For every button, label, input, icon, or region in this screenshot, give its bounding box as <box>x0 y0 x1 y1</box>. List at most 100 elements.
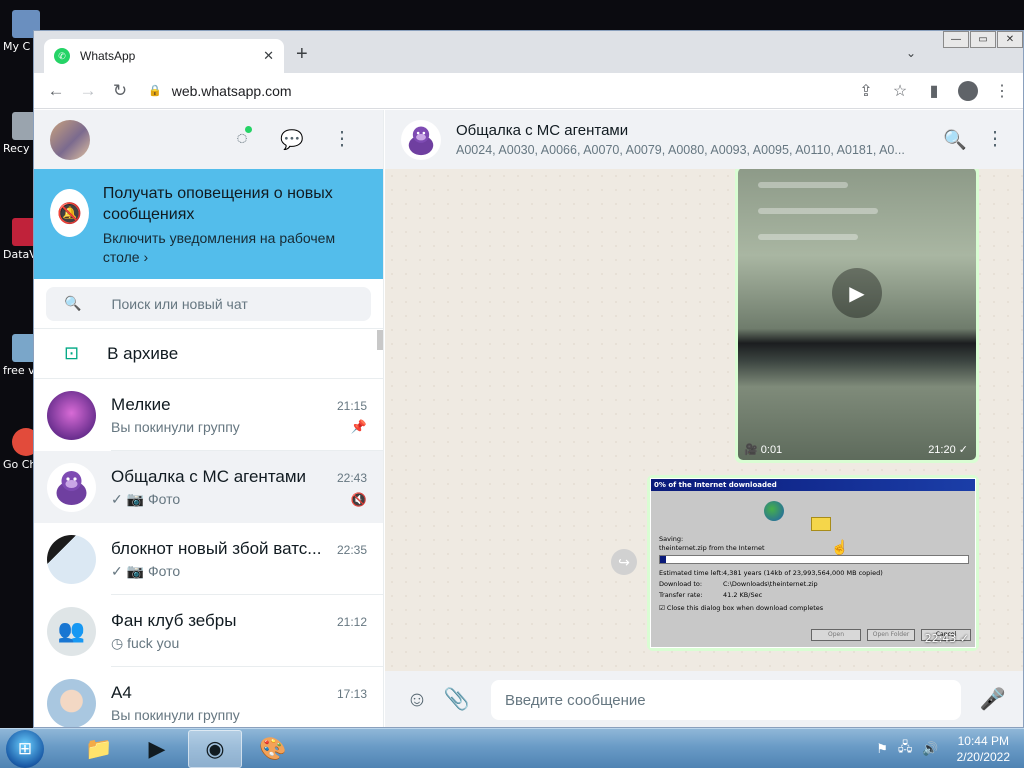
play-icon[interactable]: ▶ <box>832 268 882 318</box>
dialog-open-folder-button: Open Folder <box>867 629 915 641</box>
enable-notifications-link[interactable]: Включить уведомления на рабочем столе › <box>103 229 367 267</box>
video-thumb-detail <box>758 208 878 214</box>
archived-chats[interactable]: ⊡ В архиве <box>34 329 383 379</box>
browser-menu-icon[interactable]: ⋮ <box>985 81 1019 101</box>
close-window-button[interactable]: ✕ <box>997 31 1023 48</box>
chat-time: 21:15 <box>336 399 367 413</box>
url-text: web.whatsapp.com <box>171 82 292 99</box>
lock-icon[interactable]: 🔒 <box>148 84 162 97</box>
notification-banner[interactable]: 🔕 Получать оповещения о новых сообщениях… <box>34 169 383 279</box>
maximize-button[interactable]: ▭ <box>970 31 996 48</box>
conversation-members: A0024, A0030, A0066, A0070, A0079, A0080… <box>456 143 905 157</box>
chat-item[interactable]: блокнот новый збой ватс... 22:35 ✓ 📷 Фото <box>34 523 383 595</box>
desktop-icon-chrome[interactable]: Go Ch <box>0 428 40 471</box>
desktop-icon-datav[interactable]: DataV <box>0 218 40 261</box>
menu-icon[interactable]: ⋮ <box>317 128 367 152</box>
tab-close-icon[interactable]: ✕ <box>263 48 274 64</box>
chat-item[interactable]: А4 17:13 Вы покинули группу <box>34 667 383 727</box>
search-icon[interactable]: 🔍 <box>64 295 81 312</box>
folder-icon: 📁 <box>85 735 113 761</box>
filename-label: theinternet.zip from the Internet <box>659 544 765 552</box>
whatsapp-app: ◌ 💬 ⋮ 🔕 Получать оповещения о новых сооб… <box>34 110 1023 727</box>
volume-icon[interactable]: 🔊 <box>922 741 938 757</box>
message-composer: ☺ 📎 🎤 <box>385 671 1023 727</box>
est-label: Estimated time left: <box>659 569 724 577</box>
chat-list-scrollbar[interactable] <box>377 330 383 350</box>
system-tray: ⚑ 🖧 🔊 10:44 PM 2/20/2022 <box>866 733 1024 765</box>
forward-arrow-icon[interactable]: → <box>72 81 104 101</box>
reload-icon[interactable]: ↻ <box>104 81 136 101</box>
message-input[interactable] <box>491 680 961 720</box>
mute-icon: 🔇 <box>350 491 367 507</box>
new-tab-button[interactable]: + <box>296 44 308 64</box>
chat-last-message: Вы покинули группу <box>111 707 240 723</box>
bookmark-star-icon[interactable]: ☆ <box>883 81 917 101</box>
group-avatar[interactable] <box>401 119 441 160</box>
search-bar: 🔍 <box>34 279 383 329</box>
start-button[interactable]: ⊞ <box>6 729 44 768</box>
search-messages-icon[interactable]: 🔍 <box>935 128 975 152</box>
video-thumbnail[interactable]: ▶ 🎥 0:01 21:20 ✓ <box>738 169 976 460</box>
conversation-title: Общалка с МС агентами <box>456 122 629 139</box>
est-value: 4,381 years (14kb of 23,993,564,000 MB c… <box>723 569 883 577</box>
tab-whatsapp[interactable]: ✆ WhatsApp ✕ <box>44 39 284 73</box>
chat-avatar <box>47 390 96 440</box>
paint-icon: 🎨 <box>259 735 287 761</box>
network-icon[interactable]: 🖧 <box>898 738 913 760</box>
taskbar-paint[interactable]: 🎨 <box>246 730 300 768</box>
chat-time: 21:12 <box>336 615 367 629</box>
conversation-panel: Общалка с МС агентами A0024, A0030, A006… <box>385 110 1023 727</box>
saving-label: Saving: <box>659 535 684 543</box>
bell-off-icon: 🔕 <box>50 189 89 237</box>
rate-value: 41.2 KB/Sec <box>723 591 763 599</box>
chat-avatar <box>47 534 96 584</box>
action-center-icon[interactable]: ⚑ <box>876 741 888 757</box>
chrome-icon: ◉ <box>205 735 225 761</box>
download-progress <box>659 555 969 564</box>
chat-time: 22:35 <box>336 543 367 557</box>
video-message[interactable]: ▶ 🎥 0:01 21:20 ✓ <box>735 169 979 463</box>
search-input[interactable] <box>111 295 332 312</box>
chat-name: Мелкие <box>111 395 171 414</box>
microphone-icon[interactable]: 🎤 <box>973 688 1013 712</box>
toolbar-actions: ⇪ ☆ ▮ ⋮ <box>849 80 1023 101</box>
side-panel-icon[interactable]: ▮ <box>917 81 951 101</box>
forward-icon[interactable]: ↪ <box>611 549 637 575</box>
chat-item[interactable]: 👥 Фан клуб зебры 21:12 ◷ fuck you <box>34 595 383 667</box>
taskbar-explorer[interactable]: 📁 <box>72 730 126 768</box>
dialog-title: 0% of the Internet downloaded <box>651 479 975 491</box>
status-icon[interactable]: ◌ <box>217 125 267 152</box>
share-icon[interactable]: ⇪ <box>849 81 883 101</box>
search-box: 🔍 <box>46 286 371 321</box>
emoji-icon[interactable]: ☺ <box>397 688 437 712</box>
back-arrow-icon[interactable]: ← <box>40 81 72 101</box>
close-checkbox-label: ☑ Close this dialog box when download co… <box>659 604 824 612</box>
conversation-header[interactable]: Общалка с МС агентами A0024, A0030, A006… <box>385 110 1023 169</box>
desktop-icon-computer[interactable]: My C <box>0 10 40 53</box>
video-timestamp: 21:20 ✓ <box>928 444 968 456</box>
address-bar[interactable]: 🔒 web.whatsapp.com <box>140 76 830 105</box>
taskbar-chrome[interactable]: ◉ <box>188 729 242 768</box>
media-player-icon: ▶ <box>148 735 166 761</box>
new-chat-icon[interactable]: 💬 <box>267 128 317 152</box>
tab-search-chevron-icon[interactable]: ⌄ <box>906 46 916 60</box>
conversation-menu-icon[interactable]: ⋮ <box>975 128 1015 152</box>
dl-label: Download to: <box>659 580 703 588</box>
desktop-icon-free[interactable]: free v <box>0 334 40 377</box>
taskbar-media-player[interactable]: ▶ <box>130 730 184 768</box>
desktop-icon-recycle-bin[interactable]: Recy <box>0 112 40 155</box>
chat-name: Общалка с МС агентами <box>111 467 307 486</box>
image-timestamp: 22:43 ✓ <box>924 632 969 645</box>
image-message[interactable]: 0% of the Internet downloaded Saving: th… <box>647 475 979 651</box>
chat-time: 22:43 <box>336 471 367 485</box>
chat-item[interactable]: Общалка с МС агентами 22:43 ✓ 📷 Фото 🔇 <box>34 451 383 523</box>
minimize-button[interactable]: — <box>943 31 969 48</box>
clock[interactable]: 10:44 PM 2/20/2022 <box>957 733 1010 765</box>
attach-icon[interactable]: 📎 <box>437 688 477 712</box>
chat-item[interactable]: Мелкие 21:15 Вы покинули группу 📌 <box>34 379 383 451</box>
taskbar: ⊞ 📁 ▶ ◉ 🎨 ⚑ 🖧 🔊 10:44 PM 2/20/2022 <box>0 728 1024 768</box>
archive-icon: ⊡ <box>64 343 80 363</box>
sidebar-header-icons: ◌ 💬 ⋮ <box>217 125 367 152</box>
my-avatar[interactable] <box>50 119 90 160</box>
profile-avatar-icon[interactable] <box>958 80 978 101</box>
